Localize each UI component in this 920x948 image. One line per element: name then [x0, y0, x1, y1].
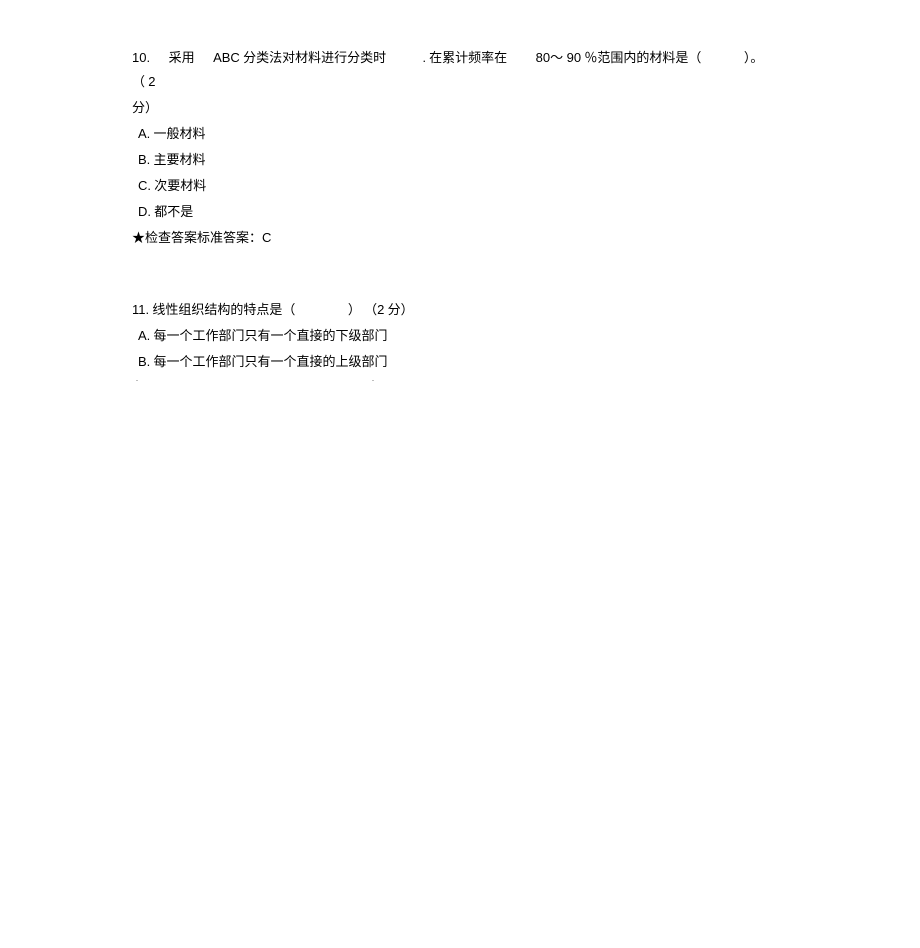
q10-points-num: 2: [148, 74, 155, 89]
option-letter: B.: [138, 152, 150, 167]
q11-option-a: A. 每一个工作部门只有一个直接的下级部门: [132, 324, 788, 348]
option-text: 每一个工作部门只有一个直接的上级部门: [154, 354, 388, 369]
q10-points-close: 分）: [132, 100, 158, 115]
q10-paren-close: ）。: [744, 50, 764, 65]
option-letter: B.: [138, 354, 150, 369]
q10-text-mid1: 分类法对材料进行分类时: [243, 50, 386, 65]
q10-option-c: C. 次要材料: [132, 174, 788, 198]
option-text: 一般材料: [154, 126, 206, 141]
q11-paren-close: ）: [348, 302, 361, 317]
option-letter: C.: [138, 178, 151, 193]
q10-points-open: （: [132, 74, 145, 89]
q11-line1: 11. 线性组织结构的特点是（ ） （2 分）: [132, 298, 788, 322]
q10-abc: ABC: [213, 50, 240, 65]
q10-line1: 10. 采用 ABC 分类法对材料进行分类时 . 在累计频率在 80～ 90 ％…: [132, 46, 788, 94]
q10-answer: ★检查答案标准答案：C: [132, 226, 788, 250]
q10-text-pre: 采用: [169, 50, 195, 65]
answer-value: C: [262, 230, 271, 245]
document-content: 10. 采用 ABC 分类法对材料进行分类时 . 在累计频率在 80～ 90 ％…: [0, 0, 920, 375]
q11-option-b: B. 每一个工作部门只有一个直接的上级部门: [132, 350, 788, 374]
q10-text-mid2: . 在累计频率在: [423, 50, 508, 65]
q10-text-after: ％范围内的材料是（: [584, 50, 701, 65]
option-text: 主要材料: [154, 152, 206, 167]
q10-option-b: B. 主要材料: [132, 148, 788, 172]
q10-points-line: 分）: [132, 96, 788, 120]
answer-label: ★检查答案标准答案：: [132, 230, 262, 245]
q11-text: 线性组织结构的特点是（: [152, 302, 295, 317]
q10-option-a: A. 一般材料: [132, 122, 788, 146]
q11-points-open: （: [364, 302, 377, 317]
option-letter: A.: [138, 328, 150, 343]
q11-number: 11.: [132, 302, 149, 317]
footer-dot-right: .: [372, 374, 374, 383]
q11-points-num: 2: [377, 302, 384, 317]
q10-range: 80～ 90: [536, 50, 582, 65]
option-text: 每一个工作部门只有一个直接的下级部门: [154, 328, 388, 343]
option-text: 次要材料: [154, 178, 206, 193]
option-letter: D.: [138, 204, 151, 219]
q11-points-close: 分）: [388, 302, 414, 317]
q10-option-d: D. 都不是: [132, 200, 788, 224]
footer-dot-left: .: [136, 374, 138, 383]
option-letter: A.: [138, 126, 150, 141]
option-text: 都不是: [154, 204, 193, 219]
q11-block: 11. 线性组织结构的特点是（ ） （2 分） A. 每一个工作部门只有一个直接…: [132, 298, 788, 374]
q10-number: 10.: [132, 50, 150, 65]
